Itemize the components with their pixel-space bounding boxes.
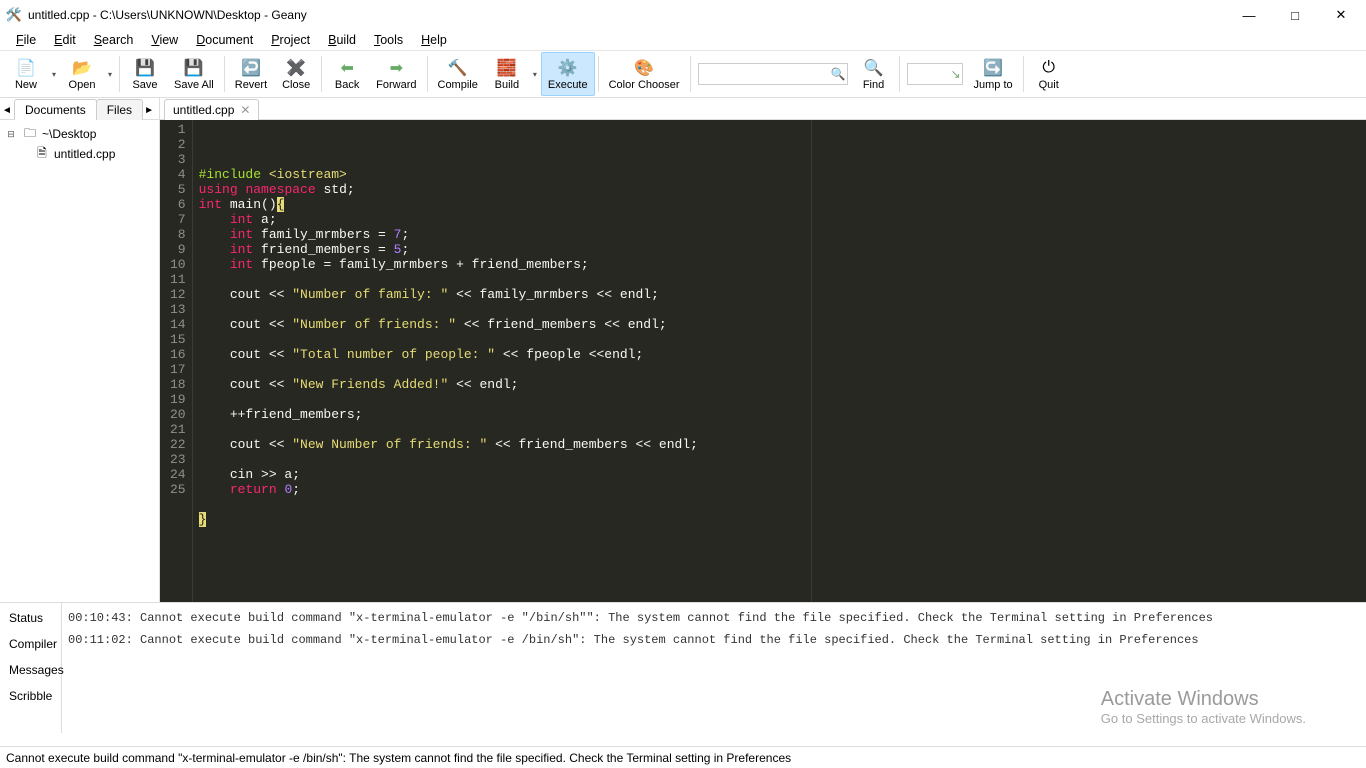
goto-icon: ↘ — [950, 67, 960, 81]
tab-compiler[interactable]: Compiler — [2, 632, 59, 656]
menu-document[interactable]: Document — [188, 31, 261, 49]
revert-button[interactable]: ↩️Revert — [228, 52, 274, 96]
editor-area: untitled.cpp ✕ 1234567891011121314151617… — [160, 98, 1366, 602]
status-bar: Cannot execute build command "x-terminal… — [0, 746, 1366, 768]
tree-folder-label: ~\Desktop — [42, 127, 96, 141]
quit-icon: ⏻ — [1038, 58, 1060, 78]
workspace: ◄ Documents Files ► ⊟ 🗀 ~\Desktop 🗎 unti… — [0, 98, 1366, 603]
color-chooser-button[interactable]: 🎨Color Chooser — [602, 52, 687, 96]
jump-to-button[interactable]: ↪️Jump to — [967, 52, 1020, 96]
separator — [224, 56, 225, 92]
search-icon: 🔍 — [831, 67, 846, 81]
bottom-panel: Status Compiler Messages Scribble 00:10:… — [0, 603, 1366, 733]
quit-button[interactable]: ⏻Quit — [1027, 52, 1071, 96]
menu-file[interactable]: File — [8, 31, 44, 49]
compile-icon: 🔨 — [447, 58, 469, 78]
folder-open-icon: 📂 — [71, 58, 93, 78]
minimize-button[interactable]: — — [1226, 0, 1272, 30]
back-icon: ⬅ — [336, 58, 358, 78]
documents-tree: ⊟ 🗀 ~\Desktop 🗎 untitled.cpp — [0, 120, 159, 602]
maximize-button[interactable]: □ — [1272, 0, 1318, 30]
status-output[interactable]: 00:10:43: Cannot execute build command "… — [62, 603, 1366, 733]
editor-tab-label: untitled.cpp — [173, 103, 234, 117]
execute-button[interactable]: ⚙️Execute — [541, 52, 595, 96]
forward-icon: ➡ — [385, 58, 407, 78]
back-button[interactable]: ⬅Back — [325, 52, 369, 96]
menu-help[interactable]: Help — [413, 31, 455, 49]
menu-view[interactable]: View — [143, 31, 186, 49]
close-window-button[interactable]: ✕ — [1318, 0, 1364, 30]
tab-files[interactable]: Files — [96, 99, 143, 120]
open-button[interactable]: 📂Open — [60, 52, 104, 96]
right-margin-line — [811, 120, 812, 602]
separator — [119, 56, 120, 92]
close-icon: ✖️ — [285, 58, 307, 78]
window-title: untitled.cpp - C:\Users\UNKNOWN\Desktop … — [28, 8, 1226, 22]
tab-status[interactable]: Status — [2, 606, 59, 630]
editor-tab-untitled[interactable]: untitled.cpp ✕ — [164, 99, 259, 120]
line-gutter: 1234567891011121314151617181920212223242… — [160, 120, 193, 602]
side-panel: ◄ Documents Files ► ⊟ 🗀 ~\Desktop 🗎 unti… — [0, 98, 160, 602]
build-button[interactable]: 🧱Build — [485, 52, 529, 96]
separator — [321, 56, 322, 92]
open-dropdown[interactable]: ▾ — [104, 52, 116, 96]
separator — [690, 56, 691, 92]
new-dropdown[interactable]: ▾ — [48, 52, 60, 96]
separator — [899, 56, 900, 92]
collapse-icon: ⊟ — [4, 129, 18, 140]
menu-search[interactable]: Search — [86, 31, 142, 49]
app-icon: 🛠️ — [6, 7, 22, 23]
tree-folder-desktop[interactable]: ⊟ 🗀 ~\Desktop — [4, 124, 155, 144]
tree-file-untitled[interactable]: 🗎 untitled.cpp — [4, 144, 155, 164]
file-icon: 🗎 — [34, 144, 50, 165]
tab-messages[interactable]: Messages — [2, 658, 59, 682]
palette-icon: 🎨 — [633, 58, 655, 78]
menu-tools[interactable]: Tools — [366, 31, 411, 49]
folder-icon: 🗀 — [22, 124, 38, 145]
find-input[interactable] — [698, 63, 848, 85]
revert-icon: ↩️ — [240, 58, 262, 78]
tab-documents[interactable]: Documents — [14, 99, 97, 120]
title-bar: 🛠️ untitled.cpp - C:\Users\UNKNOWN\Deskt… — [0, 0, 1366, 30]
side-tabs-right-arrow[interactable]: ► — [142, 102, 156, 119]
save-all-icon: 💾 — [183, 58, 205, 78]
close-tab-icon[interactable]: ✕ — [240, 103, 250, 117]
build-icon: 🧱 — [496, 58, 518, 78]
find-icon: 🔍 — [863, 58, 885, 78]
tab-scribble[interactable]: Scribble — [2, 684, 59, 708]
separator — [427, 56, 428, 92]
editor-tabs: untitled.cpp ✕ — [160, 98, 1366, 120]
find-button[interactable]: 🔍Find — [852, 52, 896, 96]
side-tabs-left-arrow[interactable]: ◄ — [0, 102, 14, 119]
saveall-button[interactable]: 💾Save All — [167, 52, 221, 96]
execute-icon: ⚙️ — [557, 58, 579, 78]
forward-button[interactable]: ➡Forward — [369, 52, 423, 96]
close-button[interactable]: ✖️Close — [274, 52, 318, 96]
code-editor[interactable]: 1234567891011121314151617181920212223242… — [160, 120, 1366, 602]
build-dropdown[interactable]: ▾ — [529, 52, 541, 96]
jump-icon: ↪️ — [982, 58, 1004, 78]
menu-build[interactable]: Build — [320, 31, 364, 49]
bottom-tabs: Status Compiler Messages Scribble — [0, 603, 62, 733]
side-tabs: ◄ Documents Files ► — [0, 98, 159, 120]
compile-button[interactable]: 🔨Compile — [431, 52, 485, 96]
menu-bar: File Edit Search View Document Project B… — [0, 30, 1366, 50]
save-button[interactable]: 💾Save — [123, 52, 167, 96]
status-text: Cannot execute build command "x-terminal… — [6, 751, 791, 765]
menu-edit[interactable]: Edit — [46, 31, 84, 49]
file-new-icon: 📄 — [15, 58, 37, 78]
code-content[interactable]: #include <iostream>using namespace std;i… — [193, 120, 1366, 602]
save-icon: 💾 — [134, 58, 156, 78]
toolbar: 📄New ▾ 📂Open ▾ 💾Save 💾Save All ↩️Revert … — [0, 50, 1366, 98]
separator — [1023, 56, 1024, 92]
menu-project[interactable]: Project — [263, 31, 318, 49]
separator — [598, 56, 599, 92]
tree-file-label: untitled.cpp — [54, 147, 115, 161]
new-button[interactable]: 📄New — [4, 52, 48, 96]
